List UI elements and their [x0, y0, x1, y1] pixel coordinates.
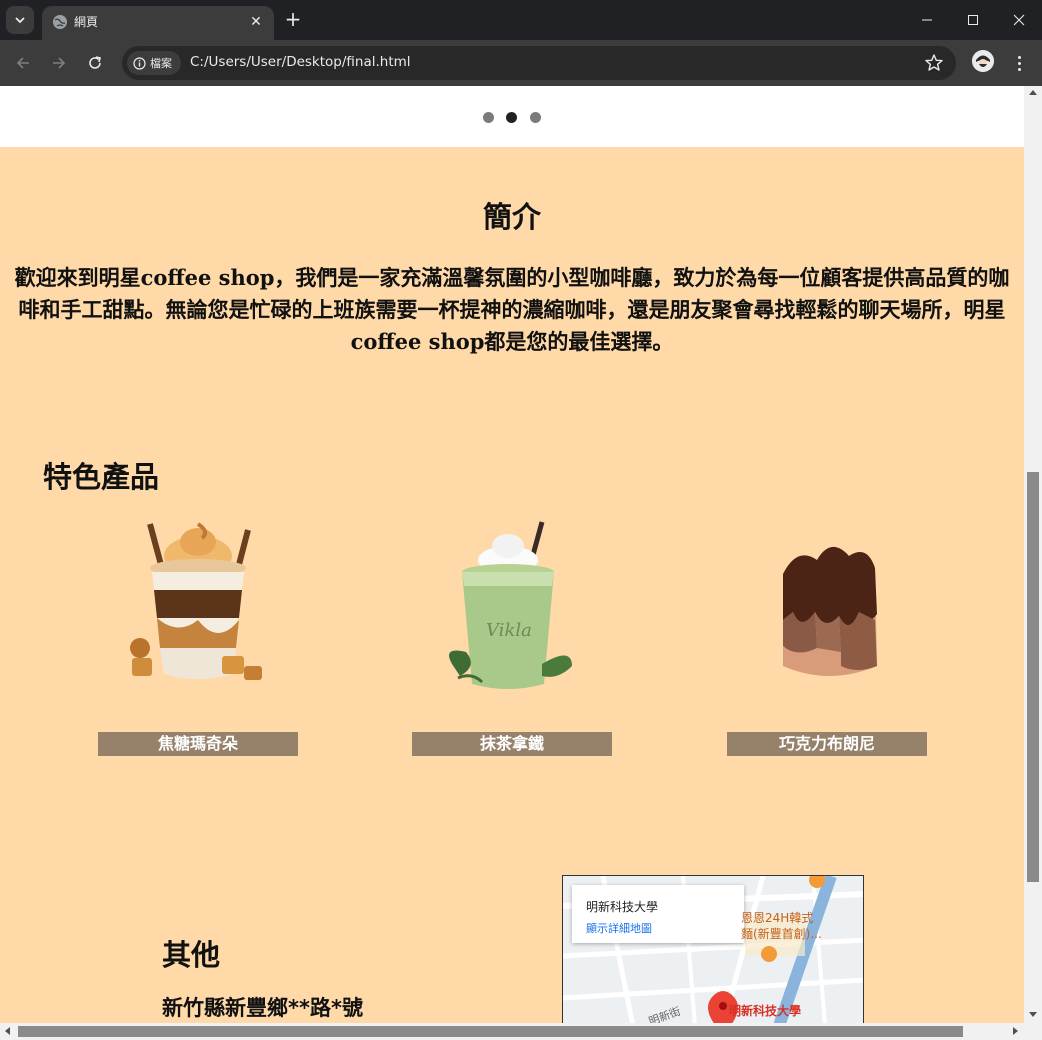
browser-menu-button[interactable]	[1008, 50, 1030, 76]
arrow-left-icon	[16, 57, 29, 69]
browser-tab[interactable]: 網頁 ✕	[42, 6, 274, 40]
bookmark-star-icon[interactable]	[924, 53, 944, 73]
map-embed[interactable]: 明新科技大學 顯示詳細地圖 恩恩24H韓式 麵(新豐首創)... 明新街 明新科…	[562, 875, 864, 1023]
site-info-label: 檔案	[150, 57, 172, 70]
maximize-button[interactable]	[950, 0, 996, 40]
reload-button[interactable]	[82, 50, 108, 76]
product-label[interactable]: 巧克力布朗尼	[727, 732, 927, 756]
matcha-latte-image: Vikla	[449, 521, 572, 689]
minimize-button[interactable]	[904, 0, 950, 40]
carousel-indicator-2[interactable]	[506, 112, 517, 123]
minimize-icon	[922, 19, 932, 21]
globe-icon	[53, 15, 67, 29]
maximize-icon	[968, 15, 978, 25]
svg-text:Vikla: Vikla	[486, 620, 532, 641]
map-details-link[interactable]: 顯示詳細地圖	[586, 920, 652, 936]
intro-paragraph: 歡迎來到明星coffee shop，我們是一家充滿溫馨氛圍的小型咖啡廳，致力於為…	[14, 265, 1010, 354]
chevron-down-icon	[15, 17, 25, 24]
new-tab-button[interactable]: +	[282, 8, 304, 30]
vertical-scrollbar[interactable]	[1024, 86, 1042, 1023]
map-poi-line2: 麵(新豐首創)...	[741, 927, 822, 941]
page-viewport: 簡介 歡迎來到明星coffee shop，我們是一家充滿溫馨氛圍的小型咖啡廳，致…	[0, 86, 1024, 1023]
tab-search-button[interactable]	[6, 6, 34, 34]
map-info-card: 明新科技大學 顯示詳細地圖	[572, 885, 744, 943]
site-info-chip[interactable]: 檔案	[127, 51, 181, 75]
carousel-indicator-3[interactable]	[530, 112, 541, 123]
carousel-indicator-1[interactable]	[483, 112, 494, 123]
other-heading: 其他	[162, 938, 221, 972]
carousel	[0, 86, 1024, 147]
forward-button[interactable]	[46, 50, 72, 76]
info-icon	[133, 56, 146, 70]
address-bar[interactable]: 檔案 C:/Users/User/Desktop/final.html	[122, 46, 956, 80]
close-icon	[1013, 14, 1025, 26]
scroll-up-icon[interactable]	[1029, 90, 1037, 95]
map-poi-label[interactable]: 恩恩24H韓式 麵(新豐首創)...	[741, 910, 822, 942]
tab-strip: 網頁 ✕ +	[0, 0, 1042, 40]
url-text[interactable]: C:/Users/User/Desktop/final.html	[190, 54, 411, 70]
intro-heading: 簡介	[482, 200, 541, 234]
close-window-button[interactable]	[996, 0, 1042, 40]
map-marker-label[interactable]: 明新科技大學	[729, 1002, 801, 1019]
address-text: 新竹縣新豐鄉**路*號	[162, 996, 363, 1020]
product-label[interactable]: 抹茶拿鐵	[412, 732, 612, 756]
close-tab-icon[interactable]: ✕	[248, 13, 264, 31]
product-label[interactable]: 焦糖瑪奇朵	[98, 732, 298, 756]
featured-heading: 特色產品	[43, 460, 160, 494]
reload-icon	[89, 56, 101, 69]
scroll-down-icon[interactable]	[1029, 1012, 1037, 1017]
map-place-name: 明新科技大學	[586, 900, 659, 914]
vertical-scroll-thumb[interactable]	[1027, 472, 1039, 882]
avatar-icon	[972, 50, 994, 72]
tab-title: 網頁	[74, 15, 99, 29]
scroll-right-icon[interactable]	[1013, 1027, 1018, 1035]
horizontal-scrollbar[interactable]	[0, 1023, 1042, 1040]
scroll-left-icon[interactable]	[5, 1027, 10, 1035]
arrow-right-icon	[53, 57, 66, 69]
caramel-macchiato-image	[130, 522, 262, 680]
browser-toolbar: 檔案 C:/Users/User/Desktop/final.html	[0, 40, 1042, 86]
map-poi-line1: 恩恩24H韓式	[741, 911, 814, 925]
back-button[interactable]	[10, 50, 36, 76]
horizontal-scroll-thumb[interactable]	[18, 1026, 963, 1037]
profile-avatar[interactable]	[972, 50, 994, 72]
chocolate-brownie-image	[783, 546, 877, 676]
